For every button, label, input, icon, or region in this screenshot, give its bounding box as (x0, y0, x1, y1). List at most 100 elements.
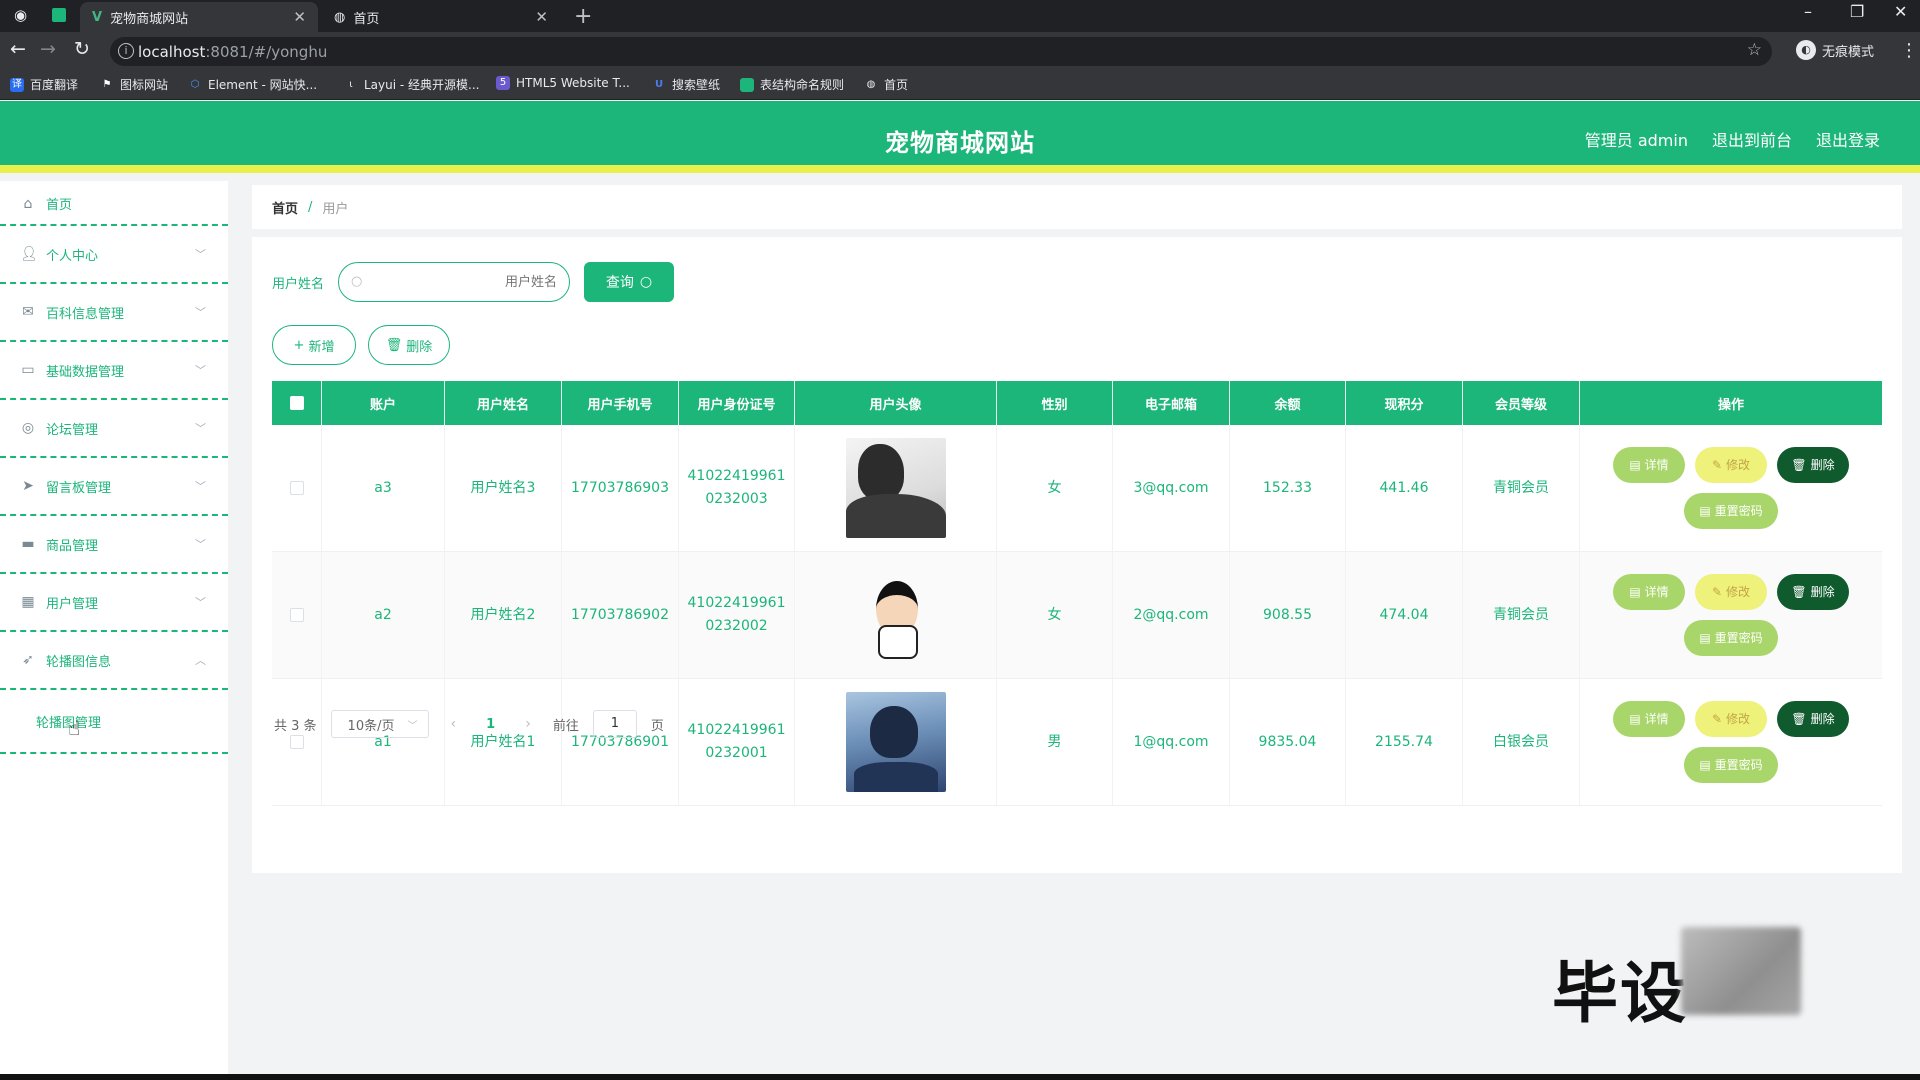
column-header[interactable]: 账户 (322, 381, 445, 425)
bookmark-item[interactable]: ⬡ Element - 网站快... (188, 76, 317, 93)
detail-button[interactable]: ▤ 详情 (1613, 447, 1685, 483)
id-number-part: 0232001 (705, 745, 768, 761)
browser-tab-inactive[interactable]: ◍ 首页 ✕ (322, 2, 560, 32)
cell-gender: 男 (997, 679, 1113, 805)
row-checkbox[interactable] (289, 481, 304, 495)
sidebar-item-carousel[interactable]: ➶ 轮播图信息 ︿ (0, 632, 228, 690)
tab-close-icon[interactable]: ✕ (535, 8, 548, 26)
forward-arrow-icon[interactable]: → (40, 38, 56, 60)
cell-email: 2@qq.com (1113, 552, 1230, 678)
chevron-down-icon: ﹀ (195, 364, 206, 377)
column-header[interactable]: 余额 (1230, 381, 1346, 425)
edit-button[interactable]: ✎ 修改 (1695, 701, 1767, 737)
sidebar-item-message-board[interactable]: ➤ 留言板管理 ﹀ (0, 458, 228, 516)
sidebar-item-label: 论坛管理 (46, 422, 99, 438)
chevron-up-icon: ︿ (195, 654, 206, 667)
sidebar-item-label: 首页 (46, 198, 73, 213)
bookmark-item[interactable]: 译百度翻译 (10, 76, 78, 93)
cell-id-number: 41022419961 0232003 (679, 425, 795, 551)
minimize-icon[interactable]: – (1804, 2, 1812, 21)
add-button-label: 新增 (308, 339, 335, 355)
sidebar-item-home[interactable]: ⌂ 首页 (0, 181, 228, 226)
bookmark-item[interactable]: ⚑ 图标网站 (100, 76, 169, 93)
prev-page-icon[interactable]: ‹ (443, 716, 465, 732)
batch-delete-button[interactable]: 🗑︎ 删除 (368, 325, 450, 365)
sidebar-item-users[interactable]: ▦ 用户管理 ﹀ (0, 574, 228, 632)
browser-menu-icon[interactable]: ◉ (14, 6, 27, 24)
reset-label: 重置密码 (1714, 630, 1763, 645)
reset-password-button[interactable]: ▤ 重置密码 (1684, 747, 1778, 783)
new-tab-icon[interactable]: + (574, 4, 592, 29)
chevron-down-icon: ﹀ (195, 480, 206, 493)
address-bar[interactable]: i localhost:8081/#/yonghu ☆ (110, 37, 1772, 66)
back-arrow-icon[interactable]: ← (10, 38, 26, 60)
sidebar-item-forum[interactable]: ◎ 论坛管理 ﹀ (0, 400, 228, 458)
back-to-frontend-link[interactable]: 退出到前台 (1712, 127, 1792, 151)
select-all-checkbox[interactable] (289, 396, 304, 410)
column-header[interactable]: 电子邮箱 (1113, 381, 1230, 425)
pencil-icon: ✎ (1711, 584, 1723, 599)
edit-button[interactable]: ✎ 修改 (1695, 447, 1767, 483)
sidebar-item-products[interactable]: ▬ 商品管理 ﹀ (0, 516, 228, 574)
page-size-select[interactable]: 10条/页 ﹀ (330, 710, 429, 738)
bookmark-item[interactable]: 5 HTML5 Website T... (496, 76, 630, 90)
cell-account: a2 (322, 552, 445, 678)
next-page-icon[interactable]: › (517, 716, 539, 732)
incognito-profile[interactable]: ◐ 无痕模式 (1796, 40, 1874, 60)
total-count: 共 3 条 (274, 718, 317, 734)
browser-tab-active[interactable]: V 宠物商城网站 ✕ (80, 2, 318, 32)
reload-icon[interactable]: ↻ (74, 38, 90, 60)
window-close-icon[interactable]: ✕ (1894, 2, 1907, 21)
reset-label: 重置密码 (1714, 503, 1763, 518)
reset-label: 重置密码 (1714, 757, 1763, 772)
search-input[interactable] (371, 263, 558, 301)
column-header[interactable]: 现积分 (1346, 381, 1463, 425)
bookmark-label: HTML5 Website T... (516, 76, 630, 90)
breadcrumb-home[interactable]: 首页 (272, 198, 298, 217)
reset-password-button[interactable]: ▤ 重置密码 (1684, 620, 1778, 656)
column-header[interactable]: 会员等级 (1463, 381, 1580, 425)
delete-button[interactable]: 🗑︎ 删除 (1777, 447, 1849, 483)
logout-link[interactable]: 退出登录 (1816, 127, 1880, 151)
page-number[interactable]: 1 (478, 717, 503, 732)
detail-button[interactable]: ▤ 详情 (1613, 701, 1685, 737)
kebab-menu-icon[interactable]: ⋮ (1900, 40, 1918, 61)
sidebar-item-personal-center[interactable]: 👤︎ 个人中心 ﹀ (0, 226, 228, 284)
reset-password-button[interactable]: ▤ 重置密码 (1684, 493, 1778, 529)
search-label: 用户姓名 (272, 276, 325, 292)
sidebar-item-encyclopedia[interactable]: ✉ 百科信息管理 ﹀ (0, 284, 228, 342)
restore-icon[interactable]: ❐ (1850, 2, 1864, 21)
column-header[interactable]: 用户手机号 (562, 381, 679, 425)
column-header[interactable]: 性别 (997, 381, 1113, 425)
bookmark-star-icon[interactable]: ☆ (1747, 40, 1762, 60)
table-row: a2 用户姓名2 17703786902 41022419961 0232002 … (272, 552, 1882, 679)
delete-label: 删除 (1810, 711, 1835, 726)
document-icon: ▤ (1699, 757, 1711, 772)
goto-page-input[interactable]: 1 (592, 710, 637, 738)
chevron-down-icon: ﹀ (407, 720, 418, 732)
query-button[interactable]: 查询 ○ (584, 262, 675, 302)
row-select-cell (272, 552, 322, 678)
row-checkbox[interactable] (289, 608, 304, 622)
bookmark-item[interactable]: ◍ 首页 (864, 76, 908, 93)
cell-level: 青铜会员 (1463, 552, 1580, 678)
tab-close-icon[interactable]: ✕ (293, 8, 306, 26)
delete-button[interactable]: 🗑︎ 删除 (1777, 574, 1849, 610)
cell-account: a1 (322, 679, 445, 805)
column-header[interactable]: 用户头像 (795, 381, 997, 425)
sidebar-subitem-carousel-manage[interactable]: 轮播图管理 ☝ (0, 690, 228, 754)
sidebar-item-label: 用户管理 (46, 596, 99, 612)
edit-button[interactable]: ✎ 修改 (1695, 574, 1767, 610)
sidebar-item-basic-data[interactable]: ▭ 基础数据管理 ﹀ (0, 342, 228, 400)
column-header[interactable]: 用户姓名 (445, 381, 562, 425)
bookmark-item[interactable]: 表结构命名规则 (740, 76, 844, 93)
info-icon[interactable]: i (118, 43, 134, 59)
delete-button[interactable]: 🗑︎ 删除 (1777, 701, 1849, 737)
detail-button[interactable]: ▤ 详情 (1613, 574, 1685, 610)
bookmark-item[interactable]: U 搜索壁纸 (652, 76, 720, 93)
column-header[interactable]: 用户身份证号 (679, 381, 795, 425)
add-button[interactable]: + 新增 (272, 325, 356, 365)
bookmark-item[interactable]: ɩ Layui - 经典开源模... (344, 76, 479, 93)
home-icon: ⌂ (23, 195, 33, 212)
chevron-down-icon: ﹀ (195, 306, 206, 319)
